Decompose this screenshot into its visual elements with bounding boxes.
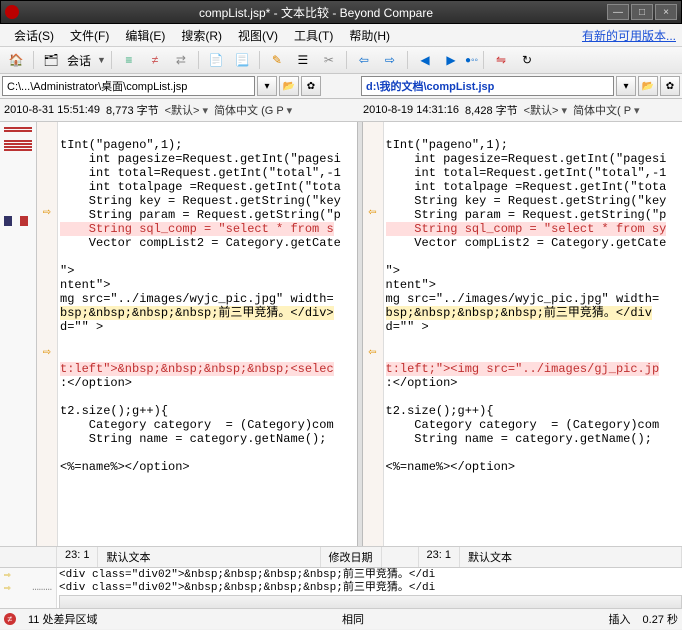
merge-left-icon[interactable]: [363, 346, 383, 360]
arrow-right-icon[interactable]: ⇨: [4, 568, 11, 582]
right-path-input[interactable]: [361, 76, 614, 96]
menu-session[interactable]: 会话(S): [6, 25, 62, 46]
detail-pane[interactable]: <div class="div02">&nbsp;&nbsp;&nbsp;&nb…: [57, 568, 682, 608]
merge-right-icon[interactable]: [37, 346, 57, 360]
home-button[interactable]: 🏠: [4, 49, 28, 71]
left-cursor-pos: 23: 1: [57, 547, 98, 567]
right-cursor-pos: 23: 1: [419, 547, 460, 567]
horizontal-scrollbar[interactable]: [59, 595, 682, 608]
session-label: 会话: [65, 52, 95, 69]
next-diff-icon[interactable]: ▶: [439, 49, 463, 71]
copy-icon[interactable]: ✎: [265, 49, 289, 71]
left-path-dropdown[interactable]: ▾: [257, 76, 277, 96]
left-timestamp: 2010-8-31 15:51:49: [4, 104, 100, 116]
merge-right-icon[interactable]: [37, 206, 57, 220]
left-gutter: [37, 122, 58, 546]
right-charset[interactable]: 简体中文( P: [573, 102, 639, 118]
diff-count: 11 处差异区域: [28, 611, 97, 627]
left-charset[interactable]: 简体中文 (G P: [214, 102, 292, 118]
left-modified-label: 修改日期: [321, 547, 382, 567]
right-size: 8,428 字节: [465, 102, 518, 118]
rules-icon[interactable]: 📄: [204, 49, 228, 71]
show-all-icon[interactable]: ≡: [117, 49, 141, 71]
left-path-save[interactable]: ✿: [301, 76, 321, 96]
menu-search[interactable]: 搜索(R): [173, 25, 230, 46]
menu-view[interactable]: 视图(V): [230, 25, 286, 46]
copy-left-icon[interactable]: ⇦: [352, 49, 376, 71]
left-file-mode: 默认文本: [98, 547, 320, 567]
detail-gutter: ⇨ ⇨………: [0, 568, 57, 608]
minimize-button[interactable]: —: [607, 4, 629, 20]
format-icon[interactable]: 📃: [230, 49, 254, 71]
left-size: 8,773 字节: [106, 102, 159, 118]
left-path-browse[interactable]: 📂: [279, 76, 299, 96]
close-button[interactable]: ×: [655, 4, 677, 20]
diff-jump-icon[interactable]: ●◦◦: [465, 55, 478, 66]
maximize-button[interactable]: □: [631, 4, 653, 20]
undo-icon[interactable]: ☰: [291, 49, 315, 71]
menu-tools[interactable]: 工具(T): [286, 25, 341, 46]
overview-map[interactable]: [0, 122, 37, 546]
right-code-pane[interactable]: tInt("pageno",1); int pagesize=Request.g…: [384, 122, 682, 488]
update-link[interactable]: 有新的可用版本...: [582, 27, 676, 44]
swap-icon[interactable]: ⇋: [489, 49, 513, 71]
right-file-mode: 默认文本: [460, 547, 682, 567]
reload-icon[interactable]: ↻: [515, 49, 539, 71]
right-path-dropdown[interactable]: ▾: [616, 76, 636, 96]
same-label: 相同: [342, 611, 364, 627]
menu-help[interactable]: 帮助(H): [341, 25, 398, 46]
right-path-save[interactable]: ✿: [660, 76, 680, 96]
left-code-pane[interactable]: tInt("pageno",1); int pagesize=Request.g…: [58, 122, 357, 488]
right-encoding[interactable]: <默认>: [524, 102, 567, 118]
app-icon: [5, 5, 19, 19]
cut-icon[interactable]: ✂: [317, 49, 341, 71]
right-timestamp: 2010-8-19 14:31:16: [363, 104, 459, 116]
menu-file[interactable]: 文件(F): [62, 25, 117, 46]
window-title: compList.jsp* - 文本比较 - Beyond Compare: [25, 4, 607, 21]
arrow-right-icon[interactable]: ⇨: [4, 581, 11, 595]
merge-left-icon[interactable]: [363, 206, 383, 220]
diff-status-icon: ≠: [4, 613, 16, 625]
right-gutter: [363, 122, 384, 546]
show-diff-icon[interactable]: ≠: [143, 49, 167, 71]
right-path-browse[interactable]: 📂: [638, 76, 658, 96]
dropdown-arrow-icon[interactable]: ▼: [97, 55, 106, 65]
menu-edit[interactable]: 编辑(E): [117, 25, 173, 46]
session-button[interactable]: 🗂: [39, 49, 63, 71]
show-same-icon[interactable]: ⇄: [169, 49, 193, 71]
left-path-input[interactable]: [2, 76, 255, 96]
prev-diff-icon[interactable]: ◀: [413, 49, 437, 71]
copy-right-icon[interactable]: ⇨: [378, 49, 402, 71]
left-encoding[interactable]: <默认>: [165, 102, 208, 118]
load-time: 0.27 秒: [643, 611, 678, 627]
insert-mode: 插入: [609, 611, 631, 627]
